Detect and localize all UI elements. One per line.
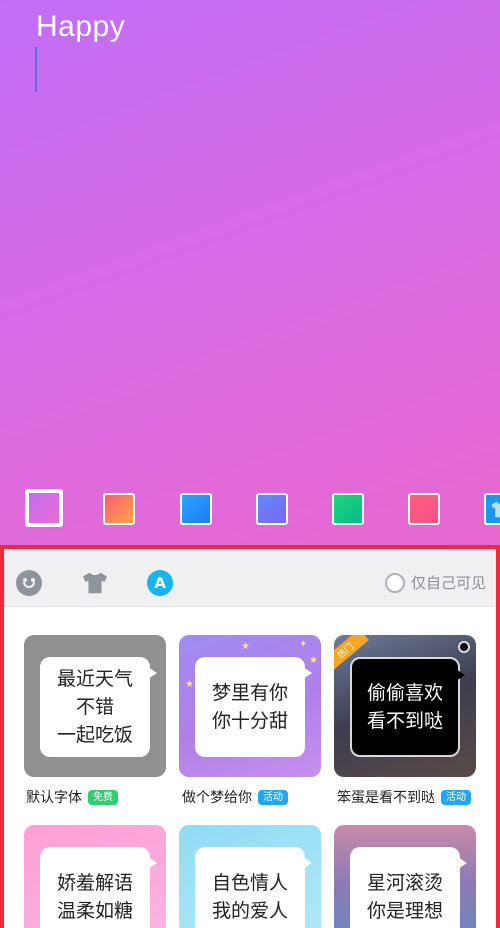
message-canvas[interactable]: Happy xyxy=(0,0,500,545)
font-preview: 星河滚烫 你是理想 xyxy=(350,847,467,928)
swatch-blue[interactable] xyxy=(180,493,212,525)
panel-tabbar: A 仅自己可见 xyxy=(4,549,496,607)
font-card-lover[interactable]: 自色情人 我的爱人 xyxy=(179,825,321,928)
swatch-orange-red[interactable] xyxy=(103,493,135,525)
font-preview: 偷偷喜欢 看不到哒 xyxy=(350,657,465,757)
font-card-secret[interactable]: 热门 偷偷喜欢 看不到哒 xyxy=(334,635,476,777)
star-icon: ★ xyxy=(241,641,250,652)
font-card-shy[interactable]: 娇羞解语 温柔如糖 xyxy=(24,825,166,928)
font-caption: 笨蛋是看不到哒 活动 xyxy=(337,787,471,807)
swatch-skin[interactable]: 👕 xyxy=(484,493,500,525)
activity-badge: 活动 xyxy=(258,789,288,805)
only-me-toggle[interactable]: 仅自己可见 xyxy=(384,572,486,593)
font-card-default[interactable]: 最近天气 不错 一起吃饭 xyxy=(24,635,166,777)
star-icon: ✦ xyxy=(299,639,308,650)
font-caption: 默认字体 免费 xyxy=(26,787,118,807)
font-preview: 自色情人 我的爱人 xyxy=(195,847,312,928)
swatch-rose[interactable] xyxy=(408,493,440,525)
shirt-icon: 👕 xyxy=(490,499,500,519)
shirt-icon[interactable] xyxy=(81,570,109,596)
only-me-label: 仅自己可见 xyxy=(410,574,486,592)
font-preview: 梦里有你 你十分甜 xyxy=(195,657,312,757)
dot-icon xyxy=(458,641,470,653)
font-card-galaxy[interactable]: 星河滚烫 你是理想 xyxy=(334,825,476,928)
activity-badge: 活动 xyxy=(441,789,471,805)
font-caption: 做个梦给你 活动 xyxy=(182,787,288,807)
star-icon: ★ xyxy=(309,655,318,666)
star-icon: ★ xyxy=(185,679,194,690)
typed-text[interactable]: Happy xyxy=(36,10,125,44)
radio-icon[interactable] xyxy=(384,572,405,593)
font-preview: 娇羞解语 温柔如糖 xyxy=(40,847,157,928)
swatch-green[interactable] xyxy=(332,493,364,525)
swatch-indigo[interactable] xyxy=(256,493,288,525)
font-tab-icon[interactable]: A xyxy=(147,570,173,596)
swatch-purple-pink[interactable] xyxy=(25,489,63,527)
font-card-dream[interactable]: ★ ★ ★ ✦ 梦里有你 你十分甜 xyxy=(179,635,321,777)
free-badge: 免费 xyxy=(88,789,118,805)
color-palette: 👕 xyxy=(0,489,500,529)
font-preview: 最近天气 不错 一起吃饭 xyxy=(40,657,157,757)
emoji-icon[interactable] xyxy=(16,570,42,596)
font-panel: A 仅自己可见 最近天气 不错 一起吃饭 默认字体 免费 ★ ★ ★ ✦ 梦里有… xyxy=(0,545,500,928)
text-cursor xyxy=(35,47,37,92)
